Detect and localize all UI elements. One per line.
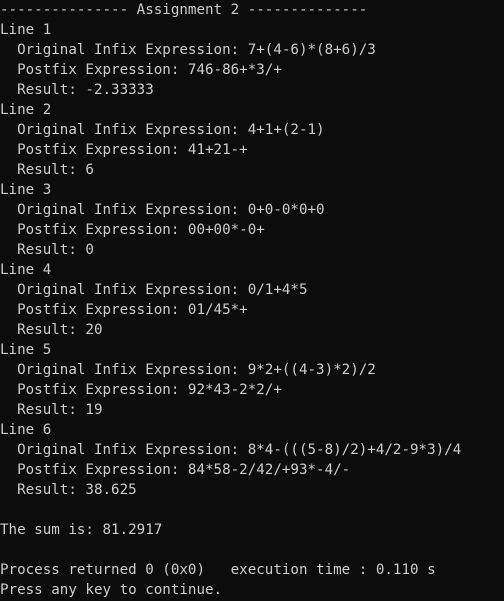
line-label: Line 6 bbox=[0, 422, 52, 438]
infix-expression: Original Infix Expression: 9*2+((4-3)*2)… bbox=[0, 362, 376, 378]
result-value: Result: 0 bbox=[0, 242, 94, 258]
result-value: Result: 6 bbox=[0, 162, 94, 178]
postfix-expression: Postfix Expression: 01/45*+ bbox=[0, 302, 248, 318]
entry-line-1: Line 1 Original Infix Expression: 7+(4-6… bbox=[0, 20, 504, 100]
entry-line-5: Line 5 Original Infix Expression: 9*2+((… bbox=[0, 340, 504, 420]
postfix-expression: Postfix Expression: 92*43-2*2/+ bbox=[0, 382, 282, 398]
line-label: Line 2 bbox=[0, 102, 52, 118]
line-label: Line 5 bbox=[0, 342, 52, 358]
entry-line-4: Line 4 Original Infix Expression: 0/1+4*… bbox=[0, 260, 504, 340]
infix-expression: Original Infix Expression: 4+1+(2-1) bbox=[0, 122, 325, 138]
result-value: Result: -2.33333 bbox=[0, 82, 154, 98]
sum-output: The sum is: 81.2917 bbox=[0, 522, 163, 538]
infix-expression: Original Infix Expression: 0/1+4*5 bbox=[0, 282, 308, 298]
infix-expression: Original Infix Expression: 7+(4-6)*(8+6)… bbox=[0, 42, 376, 58]
postfix-expression: Postfix Expression: 00+00*-0+ bbox=[0, 222, 265, 238]
process-status: Process returned 0 (0x0) execution time … bbox=[0, 562, 436, 578]
line-label: Line 1 bbox=[0, 22, 52, 38]
infix-expression: Original Infix Expression: 8*4-(((5-8)/2… bbox=[0, 442, 462, 458]
infix-expression: Original Infix Expression: 0+0-0*0+0 bbox=[0, 202, 325, 218]
console-output[interactable]: --------------- Assignment 2 -----------… bbox=[0, 0, 504, 601]
entry-line-3: Line 3 Original Infix Expression: 0+0-0*… bbox=[0, 180, 504, 260]
result-value: Result: 38.625 bbox=[0, 482, 137, 498]
postfix-expression: Postfix Expression: 746-86+*3/+ bbox=[0, 62, 282, 78]
line-label: Line 3 bbox=[0, 182, 52, 198]
assignment-header: --------------- Assignment 2 -----------… bbox=[0, 2, 368, 18]
continue-prompt: Press any key to continue. bbox=[0, 582, 223, 598]
postfix-expression: Postfix Expression: 84*58-2/42/+93*-4/- bbox=[0, 462, 351, 478]
result-value: Result: 19 bbox=[0, 402, 103, 418]
line-label: Line 4 bbox=[0, 262, 52, 278]
entry-line-2: Line 2 Original Infix Expression: 4+1+(2… bbox=[0, 100, 504, 180]
result-value: Result: 20 bbox=[0, 322, 103, 338]
entry-line-6: Line 6 Original Infix Expression: 8*4-((… bbox=[0, 420, 504, 500]
postfix-expression: Postfix Expression: 41+21-+ bbox=[0, 142, 248, 158]
